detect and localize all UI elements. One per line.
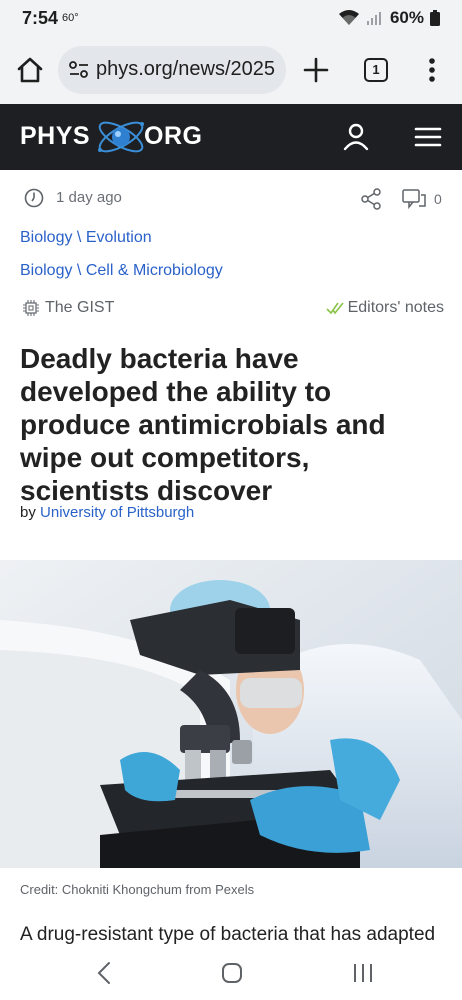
article-meta-row: 1 day ago 0 — [24, 186, 444, 212]
logo-text-right: ORG — [144, 122, 203, 150]
article-body-first-line: A drug-resistant type of bacteria that h… — [20, 924, 436, 945]
category-link-evolution[interactable]: Biology \ Evolution — [20, 229, 152, 247]
home-nav-icon[interactable] — [220, 960, 244, 986]
byline-prefix: by — [20, 504, 41, 521]
site-header: PHYS ORG — [0, 104, 462, 170]
logo-text-left: PHYS — [20, 122, 91, 150]
byline: by University of Pittsburgh — [20, 504, 194, 521]
check-icon — [326, 302, 344, 315]
user-icon[interactable] — [342, 122, 370, 152]
battery-percent: 60% — [389, 8, 424, 27]
clock-icon — [24, 188, 44, 208]
status-bar: 7:54 60° 60% — [0, 0, 462, 38]
home-icon[interactable] — [14, 54, 46, 86]
battery-icon — [430, 10, 440, 26]
address-bar[interactable]: phys.org/news/2025 — [58, 46, 286, 94]
atom-icon — [98, 121, 144, 153]
phys-org-logo[interactable]: PHYS ORG — [20, 110, 210, 164]
recent-apps-icon[interactable] — [350, 960, 376, 986]
status-temperature: 60° — [62, 12, 79, 24]
tab-switcher-button[interactable]: 1 — [364, 58, 388, 82]
published-time: 1 day ago — [56, 189, 122, 206]
comment-icon[interactable] — [402, 189, 426, 209]
gist-row: The GIST Editors' notes — [20, 297, 444, 321]
status-indicators: 60% — [338, 8, 440, 28]
chip-icon[interactable] — [22, 299, 40, 317]
photo-credit: Credit: Chokniti Khongchum from Pexels — [20, 882, 255, 897]
more-vert-icon[interactable] — [420, 54, 444, 86]
the-gist-link[interactable]: The GIST — [45, 299, 114, 317]
microscope-photo — [0, 560, 462, 868]
back-icon[interactable] — [92, 960, 116, 986]
category-link-cell-microbiology[interactable]: Biology \ Cell & Microbiology — [20, 262, 223, 280]
author-link[interactable]: University of Pittsburgh — [40, 504, 194, 521]
share-icon[interactable] — [360, 188, 382, 210]
url-text[interactable]: phys.org/news/2025 — [96, 58, 275, 81]
editors-notes-link[interactable]: Editors' notes — [348, 299, 444, 317]
plus-icon[interactable] — [300, 54, 332, 86]
browser-toolbar: phys.org/news/2025 1 — [0, 38, 462, 104]
site-settings-icon[interactable] — [68, 60, 90, 80]
article-photo[interactable] — [0, 560, 462, 868]
wifi-icon — [338, 10, 359, 25]
signal-icon — [366, 12, 381, 25]
comment-count[interactable]: 0 — [434, 191, 442, 207]
article-headline: Deadly bacteria have developed the abili… — [20, 343, 386, 506]
system-nav-bar — [0, 948, 462, 1000]
status-time: 7:54 — [22, 8, 59, 28]
hamburger-menu-icon[interactable] — [414, 124, 442, 150]
